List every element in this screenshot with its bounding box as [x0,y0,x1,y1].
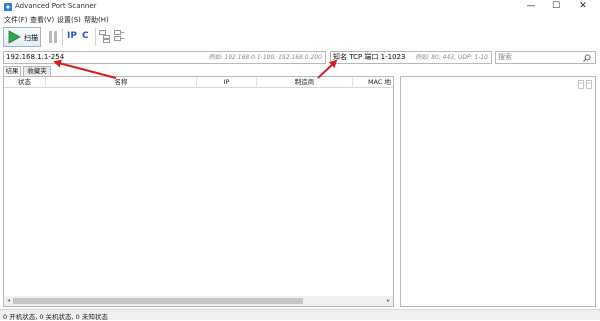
collapse-all-icon[interactable] [114,30,125,43]
search-placeholder: 搜索 [498,53,512,61]
ip-range-hint: 例如: 192.168.0.1-100, 192.168.0.200 [208,54,322,61]
tab-favorites[interactable]: 收藏夹 [23,66,51,76]
column-header-status[interactable]: 状态 [4,77,46,88]
ports-hint: 例如: 80, 443, UDP: 1-10 [415,54,488,61]
app-icon [4,3,12,11]
pause-icon[interactable] [48,30,58,44]
scroll-right-arrow-icon[interactable]: ▸ [384,296,393,306]
menu-help[interactable]: 帮助(H) [84,15,109,25]
column-header-mac[interactable]: MAC 地 [353,77,393,88]
maximize-button[interactable]: ☐ [545,0,567,14]
toolbar-separator [62,28,63,46]
close-button[interactable]: ✕ [572,0,594,14]
play-icon [8,30,21,44]
ip-range-value: 192.168.1.1-254 [6,53,65,61]
c-subnet-icon[interactable]: C [82,31,89,41]
menu-settings[interactable]: 设置(S) [57,15,81,25]
results-panel: 状态 名称 IP 制造商 MAC 地 ◂ ▸ [3,76,394,307]
details-view-icon[interactable] [578,80,592,89]
ports-value: 知名 TCP 端口 1-1023 [333,53,406,61]
horizontal-scrollbar[interactable]: ◂ ▸ [4,296,393,306]
scan-button[interactable]: 扫描 [3,27,41,47]
toolbar-separator [95,28,96,46]
scrollbar-thumb[interactable] [13,298,303,304]
search-icon[interactable] [583,54,591,62]
scroll-left-arrow-icon[interactable]: ◂ [4,296,13,306]
ip-icon[interactable]: IP [67,31,77,41]
ip-range-input[interactable]: 192.168.1.1-254 例如: 192.168.0.1-100, 192… [3,51,326,64]
expand-all-icon[interactable] [99,30,110,43]
ports-input[interactable]: 知名 TCP 端口 1-1023 例如: 80, 443, UDP: 1-10 [330,51,492,64]
search-input[interactable]: 搜索 [495,51,596,64]
toolbar [0,25,600,49]
column-header-manufacturer[interactable]: 制造商 [257,77,353,88]
minimize-button[interactable]: — [520,0,542,14]
column-header-ip[interactable]: IP [197,77,257,88]
column-header-name[interactable]: 名称 [46,77,197,88]
tab-results[interactable]: 结果 [3,66,21,76]
details-panel [400,76,596,307]
scan-label: 扫描 [24,34,38,42]
table-header: 状态 名称 IP 制造商 MAC 地 [4,77,393,88]
menu-file[interactable]: 文件(F) [4,15,28,25]
status-bar: 0 开机状态, 0 关机状态, 0 未知状态 [0,309,600,321]
window-title: Advanced Port Scanner [15,2,97,10]
menu-view[interactable]: 查看(V) [30,15,54,25]
title-bar: Advanced Port Scanner [0,0,600,14]
